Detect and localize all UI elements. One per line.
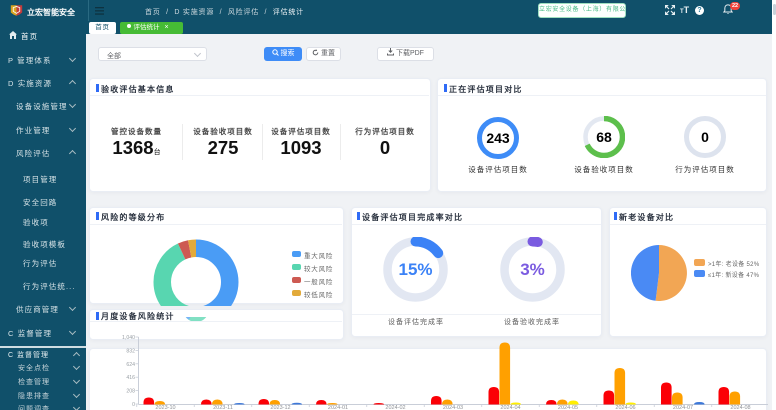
svg-text:208: 208: [126, 389, 135, 395]
svg-text:2024-01: 2024-01: [328, 405, 348, 410]
svg-text:2024-02: 2024-02: [385, 405, 405, 410]
svg-text:2024-07: 2024-07: [673, 405, 693, 410]
svg-text:2023-11: 2023-11: [213, 405, 233, 410]
svg-text:2024-05: 2024-05: [558, 405, 578, 410]
svg-text:2024-06: 2024-06: [615, 405, 635, 410]
svg-text:624: 624: [126, 362, 135, 368]
svg-text:832: 832: [126, 348, 135, 354]
svg-text:1,040: 1,040: [122, 335, 135, 341]
svg-text:0: 0: [132, 402, 135, 408]
svg-text:2024-08: 2024-08: [730, 405, 750, 410]
svg-text:2024-03: 2024-03: [443, 405, 463, 410]
svg-text:416: 416: [126, 375, 135, 381]
svg-text:2024-04: 2024-04: [500, 405, 520, 410]
svg-text:2023-10: 2023-10: [155, 405, 175, 410]
svg-text:2023-12: 2023-12: [270, 405, 290, 410]
